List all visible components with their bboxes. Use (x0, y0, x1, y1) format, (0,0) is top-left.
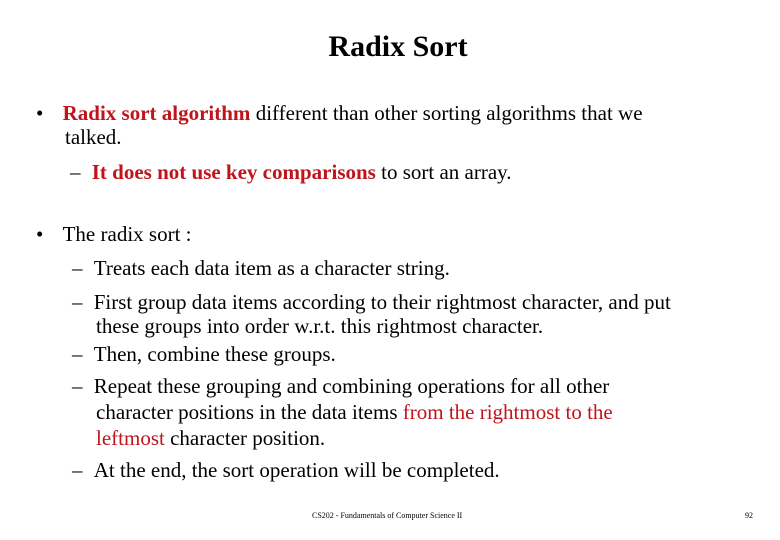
bullet-1-cont: talked. (65, 125, 122, 149)
sub-bullet-2-2: – First group data items according to th… (72, 290, 671, 314)
highlight-text: from the rightmost to the (402, 400, 613, 424)
text: character position. (164, 426, 326, 450)
bullet-1-emphasis: Radix sort algorithm (62, 101, 251, 125)
sub-bullet-emphasis: It does not use key comparisons (91, 160, 376, 184)
sub-bullet-2-2-cont: these groups into order w.r.t. this righ… (96, 314, 544, 338)
sub-bullet-text: to sort an array. (375, 160, 512, 184)
footer-page-number: 92 (745, 511, 753, 520)
sub-bullet-2-5: – At the end, the sort operation will be… (72, 458, 500, 482)
sub-bullet-text: Then, combine these groups. (93, 342, 336, 366)
dash-marker: – (72, 458, 83, 482)
bullet-marker: • (36, 222, 44, 246)
sub-bullet-2-4-cont: character positions in the data items fr… (96, 400, 613, 424)
dash-marker: – (72, 342, 83, 366)
dash-marker: – (70, 160, 81, 184)
sub-bullet-2-3: – Then, combine these groups. (72, 342, 336, 366)
footer-course: CS202 - Fundamentals of Computer Science… (312, 511, 463, 520)
bullet-2: • The radix sort : (36, 222, 192, 246)
slide-title: Radix Sort (328, 30, 468, 63)
highlight-text: leftmost (96, 426, 165, 450)
dash-marker: – (72, 290, 83, 314)
sub-bullet-text: Treats each data item as a character str… (93, 256, 450, 280)
bullet-marker: • (36, 101, 44, 125)
dash-marker: – (72, 256, 83, 280)
bullet-1-text: different than other sorting algorithms … (250, 101, 643, 125)
sub-bullet-text: First group data items according to thei… (93, 290, 671, 314)
sub-bullet-text: Repeat these grouping and combining oper… (93, 374, 610, 398)
sub-bullet-2-1: – Treats each data item as a character s… (72, 256, 450, 280)
sub-bullet-2-4: – Repeat these grouping and combining op… (72, 374, 609, 398)
bullet-1: • Radix sort algorithm different than ot… (36, 101, 643, 125)
bullet-2-text: The radix sort : (62, 222, 192, 246)
sub-bullet-1-1: – It does not use key comparisons to sor… (70, 160, 512, 184)
text: character positions in the data items (96, 400, 403, 424)
sub-bullet-2-4-cont2: leftmost character position. (96, 426, 325, 450)
sub-bullet-text: At the end, the sort operation will be c… (93, 458, 500, 482)
dash-marker: – (72, 374, 83, 398)
